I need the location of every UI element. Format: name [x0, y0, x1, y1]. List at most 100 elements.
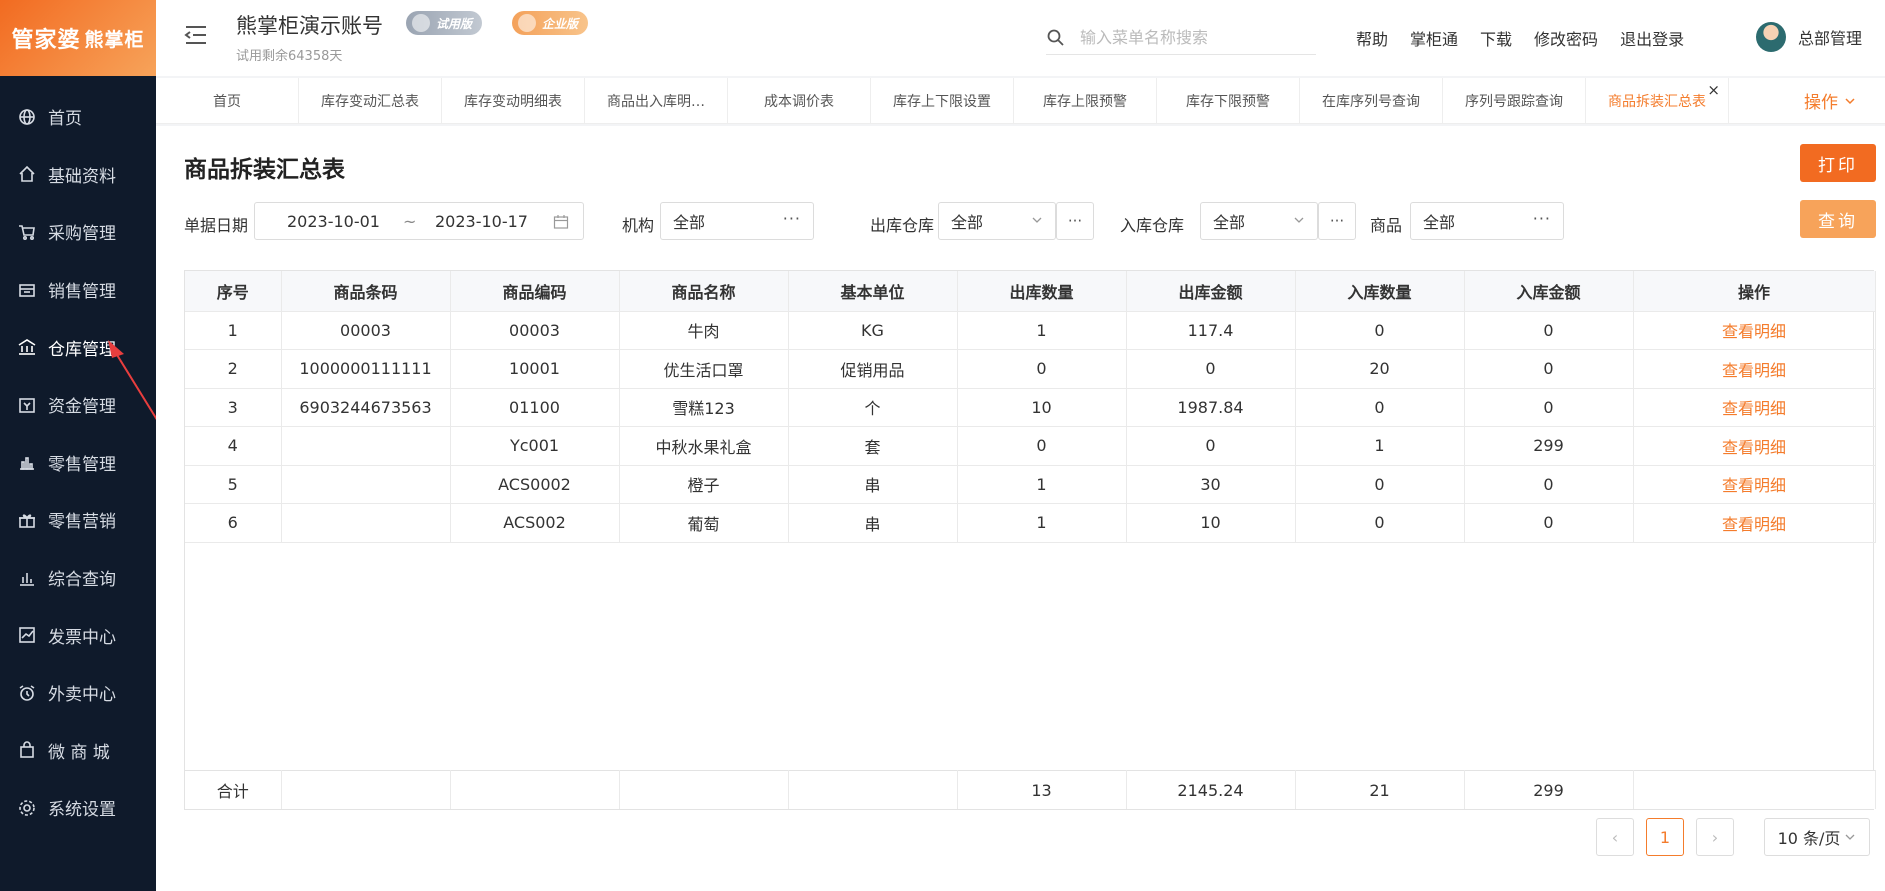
tab-2[interactable]: 库存变动明细表 — [442, 78, 585, 124]
view-detail-link[interactable]: 查看明细 — [1633, 311, 1876, 350]
tab-3[interactable]: 商品出入库明… — [585, 78, 728, 124]
tab-6[interactable]: 库存上限预警 — [1014, 78, 1157, 124]
in-warehouse-more-button[interactable]: ··· — [1318, 202, 1356, 240]
tab-label: 库存下限预警 — [1186, 94, 1270, 110]
table-cell: 牛肉 — [619, 311, 789, 350]
sidebar-item-8[interactable]: 综合查询 — [0, 549, 156, 607]
next-page-button[interactable]: › — [1696, 818, 1734, 856]
sidebar-item-6[interactable]: 零售管理 — [0, 434, 156, 492]
tab-5[interactable]: 库存上下限设置 — [871, 78, 1014, 124]
avatar[interactable] — [1756, 22, 1786, 52]
top-link-0[interactable]: 帮助 — [1356, 26, 1388, 50]
table-cell: 10 — [1126, 503, 1296, 543]
chevron-down-icon — [1845, 834, 1855, 840]
table-cell: 1987.84 — [1126, 388, 1296, 427]
menu-collapse-icon[interactable] — [184, 24, 208, 46]
date-range-picker[interactable]: 2023-10-01 ~ 2023-10-17 — [254, 202, 584, 240]
prev-page-button[interactable]: ‹ — [1596, 818, 1634, 856]
home-icon — [18, 165, 36, 183]
sidebar-item-2[interactable]: 采购管理 — [0, 203, 156, 261]
total-cell: 21 — [1295, 770, 1465, 809]
out-warehouse-more-button[interactable]: ··· — [1056, 202, 1094, 240]
table-cell: Yc001 — [450, 426, 620, 466]
date-start[interactable]: 2023-10-01 — [287, 212, 380, 231]
sidebar-item-5[interactable]: 资金管理 — [0, 376, 156, 434]
sidebar-item-9[interactable]: 发票中心 — [0, 606, 156, 664]
table-cell: 299 — [1464, 426, 1634, 466]
column-header: 出库金额 — [1126, 271, 1296, 312]
table-cell: 0 — [1295, 503, 1465, 543]
tab-8[interactable]: 在库序列号查询 — [1300, 78, 1443, 124]
tab-7[interactable]: 库存下限预警 — [1157, 78, 1300, 124]
view-detail-link[interactable]: 查看明细 — [1633, 388, 1876, 427]
column-header: 商品名称 — [619, 271, 789, 312]
goods-select[interactable]: 全部 ··· — [1410, 202, 1564, 240]
view-detail-link[interactable]: 查看明细 — [1633, 426, 1876, 466]
chevron-down-icon — [1294, 217, 1304, 223]
print-button[interactable]: 打印 — [1800, 144, 1876, 182]
table-cell: 01100 — [450, 388, 620, 427]
in-warehouse-label: 入库仓库 — [1120, 216, 1185, 235]
in-warehouse-select[interactable]: 全部 — [1200, 202, 1318, 240]
user-menu[interactable]: 总部管理 — [1756, 22, 1862, 52]
sidebar-item-11[interactable]: 微 商 城 — [0, 722, 156, 780]
total-cell — [788, 770, 958, 809]
tab-1[interactable]: 库存变动汇总表 — [299, 78, 442, 124]
sidebar-item-0[interactable]: 首页 — [0, 88, 156, 146]
trial-badge: 试用版 — [406, 11, 483, 35]
top-link-1[interactable]: 掌柜通 — [1410, 26, 1458, 50]
sidebar-item-label: 零售营销 — [48, 512, 116, 533]
close-icon[interactable]: × — [1707, 81, 1720, 99]
tab-label: 商品拆装汇总表 — [1608, 94, 1706, 110]
sidebar-item-7[interactable]: 零售营销 — [0, 491, 156, 549]
sales-icon — [18, 281, 36, 299]
main-content: 商品拆装汇总表 打印 查询 单据日期 2023-10-01 ~ 2023-10-… — [156, 126, 1885, 891]
more-dots-icon[interactable]: ··· — [783, 209, 801, 228]
more-dots-icon[interactable]: ··· — [1533, 209, 1551, 228]
tab-operations-menu[interactable]: 操作 — [1775, 78, 1885, 123]
column-header: 序号 — [185, 271, 282, 312]
table-cell: 0 — [1464, 349, 1634, 389]
out-warehouse-label: 出库仓库 — [870, 216, 935, 235]
out-warehouse-select[interactable]: 全部 — [938, 202, 1056, 240]
goods-value: 全部 — [1423, 213, 1456, 232]
top-link-2[interactable]: 下载 — [1480, 26, 1512, 50]
logo: 管家婆 熊掌柜 — [0, 0, 156, 76]
sidebar-item-3[interactable]: 销售管理 — [0, 261, 156, 319]
table-cell: 20 — [1295, 349, 1465, 389]
sidebar-item-10[interactable]: 外卖中心 — [0, 664, 156, 722]
query-button[interactable]: 查询 — [1800, 200, 1876, 238]
date-end[interactable]: 2023-10-17 — [435, 212, 528, 231]
sidebar-item-4[interactable]: 仓库管理 — [0, 318, 156, 376]
tab-label: 库存上限预警 — [1043, 94, 1127, 110]
tab-4[interactable]: 成本调价表 — [728, 78, 871, 124]
sidebar-item-12[interactable]: 系统设置 — [0, 779, 156, 837]
page-size-select[interactable]: 10 条/页 — [1764, 818, 1870, 856]
top-link-3[interactable]: 修改密码 — [1534, 26, 1598, 50]
tab-0[interactable]: 首页 — [156, 78, 299, 124]
view-detail-link[interactable]: 查看明细 — [1633, 465, 1876, 504]
table-cell: 0 — [1464, 465, 1634, 504]
calendar-icon — [553, 215, 569, 229]
page-number-1[interactable]: 1 — [1646, 818, 1684, 856]
out-warehouse-value: 全部 — [951, 213, 984, 232]
tab-10[interactable]: 商品拆装汇总表 × — [1586, 78, 1729, 124]
table-cell — [281, 503, 451, 543]
view-detail-link[interactable]: 查看明细 — [1633, 349, 1876, 389]
tab-9[interactable]: 序列号跟踪查询 — [1443, 78, 1586, 124]
table-row: 4 Yc001 中秋水果礼盒套 0 0 1 299 查看明细 — [185, 426, 1876, 466]
table-cell: 5 — [185, 465, 282, 504]
search-icon[interactable] — [1046, 28, 1066, 48]
sidebar: 管家婆 熊掌柜 首页 基础资料 采购管理 销售管理 仓库管理 资金管理 零售管理零售营销综合… — [0, 0, 156, 891]
page-tabs: 首页 库存变动汇总表 库存变动明细表 商品出入库明… 成本调价表 库存上下限设置 库存上限预… — [156, 78, 1885, 124]
org-select[interactable]: 全部 ··· — [660, 202, 814, 240]
menu-search-input[interactable] — [1080, 28, 1300, 47]
account-title: 熊掌柜演示账号 — [236, 14, 383, 38]
in-warehouse-value: 全部 — [1213, 213, 1246, 232]
table-cell — [281, 426, 451, 466]
user-name[interactable]: 总部管理 — [1798, 25, 1862, 49]
sidebar-item-1[interactable]: 基础资料 — [0, 146, 156, 204]
view-detail-link[interactable]: 查看明细 — [1633, 503, 1876, 543]
column-header: 入库数量 — [1295, 271, 1465, 312]
top-link-4[interactable]: 退出登录 — [1620, 26, 1684, 50]
